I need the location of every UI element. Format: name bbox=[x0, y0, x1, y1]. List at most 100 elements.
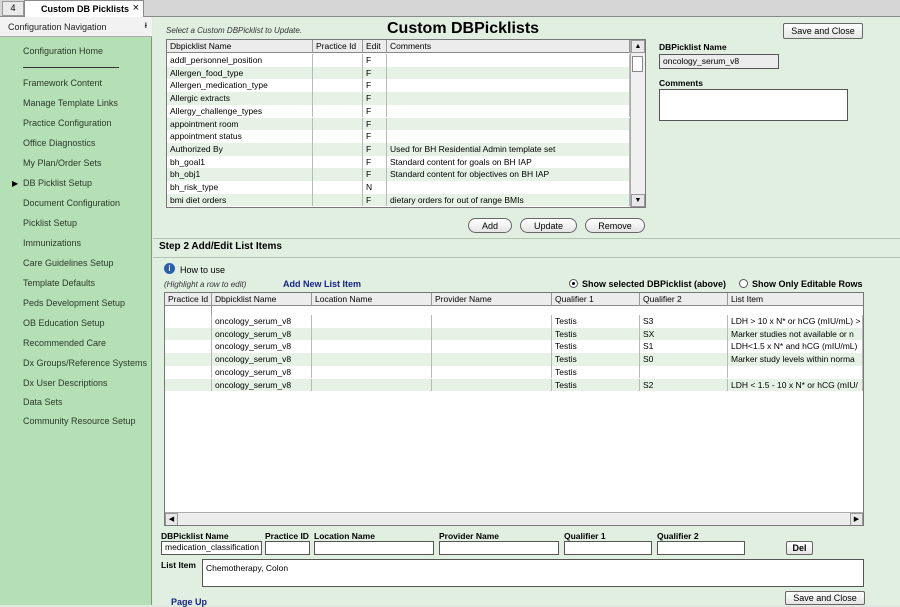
current-item-arrow-icon: ▶ bbox=[12, 179, 19, 188]
form-practice-id-field[interactable] bbox=[265, 541, 310, 555]
col2-provider-name[interactable]: Provider Name bbox=[432, 293, 552, 306]
how-to-use-link[interactable]: How to use bbox=[180, 265, 225, 275]
list-item-row[interactable]: oncology_serum_v8 Testis S3 LDH > 10 x N* o… bbox=[165, 315, 863, 328]
del-button[interactable]: Del bbox=[786, 541, 813, 555]
scroll-up-icon[interactable]: ▲ bbox=[631, 40, 645, 53]
sidebar-item-db-picklist-setup[interactable]: DB Picklist Setup bbox=[23, 178, 92, 188]
radio-show-selected-label[interactable]: Show selected DBPicklist (above) bbox=[582, 279, 726, 289]
info-icon[interactable]: i bbox=[164, 263, 175, 274]
dbpicklist-row[interactable]: bmi diet orders Fdietary orders for out o… bbox=[167, 193, 630, 207]
list-item-row[interactable]: oncology_serum_v8 Testis bbox=[165, 365, 863, 379]
sidebar-item-manage-template-links[interactable]: Manage Template Links bbox=[23, 98, 118, 108]
dbpicklist-row[interactable]: Allergic extracts F bbox=[167, 92, 630, 105]
scroll-left-icon[interactable]: ◀ bbox=[165, 513, 178, 525]
list-item-row[interactable]: oncology_serum_v8 Testis S2 LDH < 1.5 - 10 … bbox=[165, 378, 863, 392]
radio-show-editable-label[interactable]: Show Only Editable Rows bbox=[752, 279, 863, 289]
sidebar-item-plan-order-sets[interactable]: My Plan/Order Sets bbox=[23, 158, 102, 168]
dbpicklist-row[interactable]: bh_goal1 F Standard content for goals on B… bbox=[167, 155, 630, 169]
dbpicklist-row[interactable]: Authorized By F Used for BH Residential Ad… bbox=[167, 142, 630, 156]
list-item-row[interactable]: oncology_serum_v8 Testis S1 LDH<1.5 x N* an… bbox=[165, 340, 863, 354]
scroll-right-icon[interactable]: ▶ bbox=[850, 513, 863, 525]
radio-show-selected[interactable] bbox=[569, 279, 578, 288]
cell-practice-id bbox=[165, 353, 212, 366]
cell-location-name bbox=[312, 365, 432, 379]
sidebar-item-immunizations[interactable]: Immunizations bbox=[23, 238, 81, 248]
cell-qualifier-1: Testis bbox=[552, 378, 640, 392]
col2-practice-id[interactable]: Practice Id bbox=[165, 293, 212, 315]
dbpicklist-row[interactable]: appointment room F bbox=[167, 117, 630, 131]
pin-icon[interactable]: ᵻ bbox=[145, 20, 147, 31]
cell-location-name bbox=[312, 327, 432, 341]
comments-field[interactable] bbox=[659, 89, 848, 121]
page-up-link[interactable]: Page Up bbox=[171, 597, 207, 607]
step2-divider bbox=[153, 257, 900, 258]
update-button[interactable]: Update bbox=[520, 218, 577, 233]
dbpicklist-name-field[interactable]: oncology_serum_v8 bbox=[659, 54, 779, 69]
dbpicklist-row[interactable]: Allergen_medication_type F bbox=[167, 79, 630, 93]
form-dbpicklist-field[interactable]: medication_classification bbox=[161, 541, 262, 555]
cell-provider-name bbox=[432, 378, 552, 392]
sidebar-item-dx-user-descriptions[interactable]: Dx User Descriptions bbox=[23, 378, 108, 388]
col2-dbpicklist-name[interactable]: Dbpicklist Name bbox=[212, 293, 312, 306]
tab-nav-button[interactable]: 4 bbox=[2, 1, 24, 16]
dbpicklist-row[interactable]: Allergy_challenge_types F bbox=[167, 104, 630, 118]
dbpicklist-row[interactable]: addl_personnel_position F bbox=[167, 54, 630, 67]
form-list-item-field[interactable]: Chemotherapy, Colon bbox=[202, 559, 864, 587]
cell-provider-name bbox=[432, 315, 552, 328]
list-items-hscrollbar[interactable]: ◀ ▶ bbox=[165, 512, 863, 525]
hscroll-track[interactable] bbox=[179, 514, 849, 524]
sidebar-item-ob-education-setup[interactable]: OB Education Setup bbox=[23, 318, 105, 328]
cell-practice-id bbox=[313, 54, 363, 67]
form-provider-field[interactable] bbox=[439, 541, 559, 555]
scroll-thumb[interactable] bbox=[632, 56, 643, 72]
dbpicklist-row[interactable]: appointment status F bbox=[167, 130, 630, 143]
sidebar-item-framework-content[interactable]: Framework Content bbox=[23, 78, 102, 88]
col-dbpicklist-name[interactable]: Dbpicklist Name bbox=[167, 40, 313, 53]
cell-comments: Standard content for objectives on BH IA… bbox=[387, 168, 630, 181]
cell-list-item: LDH<1.5 x N* and hCG (mIU/mL) bbox=[728, 340, 863, 354]
save-close-button-top[interactable]: Save and Close bbox=[783, 23, 863, 39]
dbpicklist-row[interactable]: bh_risk_type N bbox=[167, 181, 630, 194]
cell-practice-id bbox=[165, 378, 212, 392]
list-item-row[interactable]: oncology_serum_v8 Testis SX Marker studies … bbox=[165, 327, 863, 341]
sidebar-item-office-diagnostics[interactable]: Office Diagnostics bbox=[23, 138, 95, 148]
sidebar-item-care-guidelines-setup[interactable]: Care Guidelines Setup bbox=[23, 258, 114, 268]
cell-practice-id bbox=[313, 92, 363, 105]
scroll-down-icon[interactable]: ▼ bbox=[631, 194, 645, 207]
close-icon[interactable]: × bbox=[133, 2, 139, 14]
radio-show-editable[interactable] bbox=[739, 279, 748, 288]
col-comments[interactable]: Comments bbox=[387, 40, 630, 53]
col2-qualifier-1[interactable]: Qualifier 1 bbox=[552, 293, 640, 306]
sidebar-item-practice-configuration[interactable]: Practice Configuration bbox=[23, 118, 112, 128]
sidebar-item-picklist-setup[interactable]: Picklist Setup bbox=[23, 218, 77, 228]
add-button[interactable]: Add bbox=[468, 218, 512, 233]
form-location-field[interactable] bbox=[314, 541, 434, 555]
list-item-row[interactable]: oncology_serum_v8 Testis S0 Marker study le… bbox=[165, 353, 863, 366]
col2-qualifier-2[interactable]: Qualifier 2 bbox=[640, 293, 728, 306]
sidebar-item-recommended-care[interactable]: Recommended Care bbox=[23, 338, 106, 348]
dbpicklist-row[interactable]: Allergen_food_type F bbox=[167, 66, 630, 80]
tab-custom-db-picklists[interactable]: Custom DB Picklists × bbox=[24, 0, 144, 17]
cell-qualifier-2: SX bbox=[640, 327, 728, 341]
sidebar-item-dx-groups[interactable]: Dx Groups/Reference Systems bbox=[23, 358, 147, 368]
sidebar-item-data-sets[interactable]: Data Sets bbox=[23, 397, 63, 407]
sidebar-item-document-configuration[interactable]: Document Configuration bbox=[23, 198, 120, 208]
col2-list-item[interactable]: List Item bbox=[728, 293, 863, 306]
cell-list-item: LDH > 10 x N* or hCG (mIU/mL) > bbox=[728, 315, 863, 328]
col-edit[interactable]: Edit bbox=[363, 40, 387, 53]
save-close-button-bottom[interactable]: Save and Close bbox=[785, 591, 865, 605]
col2-location-name[interactable]: Location Name bbox=[312, 293, 432, 306]
dbpicklist-vscrollbar[interactable]: ▲ ▼ bbox=[630, 40, 645, 207]
form-qualifier2-field[interactable] bbox=[657, 541, 745, 555]
sidebar-item-community-resource-setup[interactable]: Community Resource Setup bbox=[23, 416, 136, 426]
sidebar-item-configuration-home[interactable]: Configuration Home bbox=[23, 46, 103, 56]
sidebar-item-template-defaults[interactable]: Template Defaults bbox=[23, 278, 95, 288]
cell-provider-name bbox=[432, 353, 552, 366]
dbpicklist-grid-body: addl_personnel_position F Allergen_food_ty… bbox=[167, 54, 630, 207]
sidebar-item-peds-development-setup[interactable]: Peds Development Setup bbox=[23, 298, 125, 308]
add-new-list-item-link[interactable]: Add New List Item bbox=[283, 279, 361, 289]
remove-button[interactable]: Remove bbox=[585, 218, 645, 233]
dbpicklist-row[interactable]: bh_obj1 F Standard content for objectives … bbox=[167, 168, 630, 181]
form-qualifier1-field[interactable] bbox=[564, 541, 652, 555]
col-practice-id[interactable]: Practice Id bbox=[313, 40, 363, 53]
